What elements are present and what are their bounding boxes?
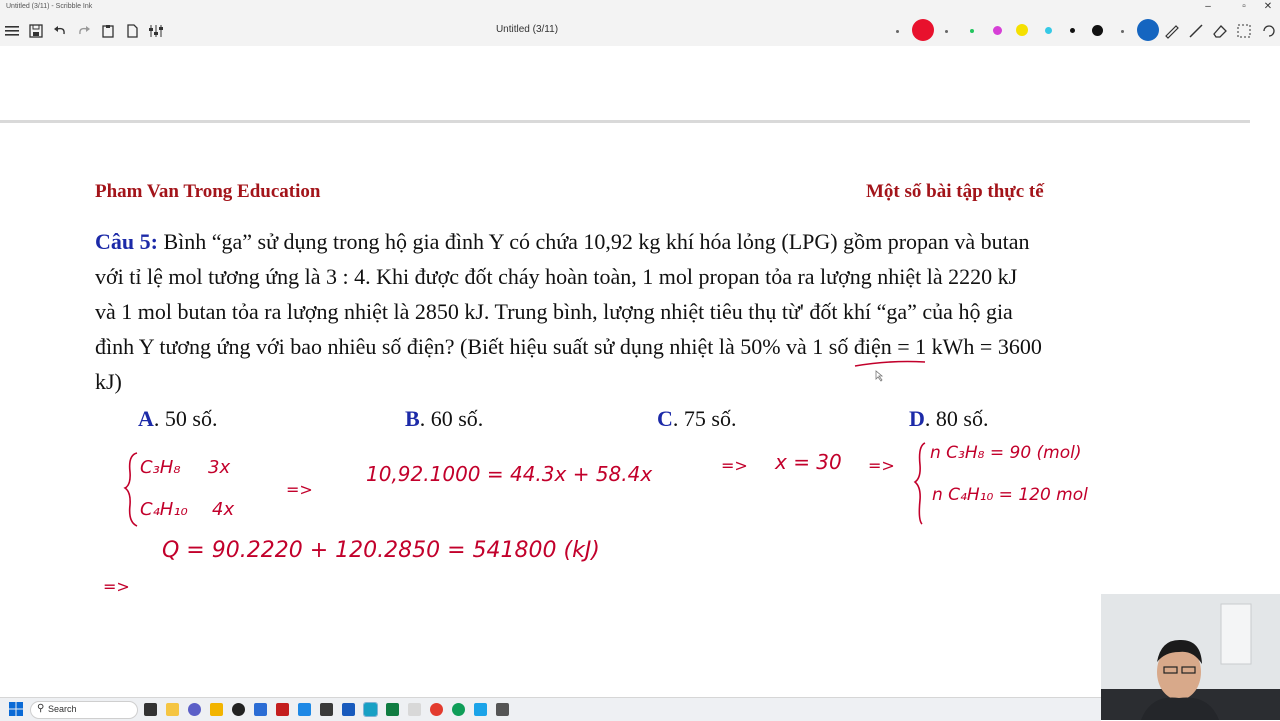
ink-arrow-3: => — [868, 456, 895, 475]
question-line-2: với tỉ lệ mol tương ứng là 3 : 4. Khi đư… — [95, 264, 1018, 289]
taskbar: ⚲ Search — [0, 697, 1101, 721]
webcam-overlay — [1101, 594, 1280, 720]
eraser-icon[interactable] — [1208, 19, 1232, 43]
ruler-icon[interactable] — [1160, 19, 1184, 43]
task-view-icon[interactable] — [144, 703, 157, 716]
green-pen-icon[interactable] — [970, 29, 974, 33]
ink-c4h10: C₄H₁₀ — [140, 499, 188, 520]
scribble-ink-icon[interactable] — [363, 702, 378, 717]
presenter-image — [1101, 594, 1280, 720]
option-a[interactable]: A. 50 số. — [138, 406, 217, 432]
maximize-icon[interactable]: ▫ — [1232, 1, 1256, 12]
question-label: Câu 5: — [95, 229, 158, 254]
file-explorer-icon[interactable] — [210, 703, 223, 716]
obs-icon[interactable] — [232, 703, 245, 716]
ink-arrow-4: => — [103, 577, 130, 596]
close-icon[interactable]: ✕ — [1256, 1, 1280, 12]
header-left: Pham Van Trong Education — [95, 181, 321, 202]
option-text: . 50 số. — [153, 406, 218, 431]
save-icon[interactable] — [24, 19, 48, 43]
word-icon[interactable] — [342, 703, 355, 716]
chat-icon[interactable] — [188, 703, 201, 716]
menu-icon[interactable] — [0, 19, 24, 43]
ink-mass-equation: 10,92.1000 = 44.3x + 58.4x — [366, 462, 653, 486]
page-divider — [0, 120, 1250, 123]
ink-c3h8-value: 3x — [208, 457, 231, 478]
select-icon[interactable] — [1232, 19, 1256, 43]
excel-icon[interactable] — [386, 703, 399, 716]
toolbar: Untitled (3/11) — [0, 16, 1280, 46]
window-title: Untitled (3/11) - Scribble Ink — [6, 3, 93, 10]
zalo-icon[interactable] — [474, 703, 487, 716]
option-text: . 60 số. — [419, 406, 484, 431]
undo-icon[interactable] — [48, 19, 72, 43]
mail-icon[interactable] — [320, 703, 333, 716]
option-letter: B — [405, 406, 420, 431]
option-text: . 75 số. — [672, 406, 737, 431]
ink-arrow-2: => — [721, 456, 748, 475]
page-icon[interactable] — [120, 19, 144, 43]
snipping-tool-icon[interactable] — [496, 703, 509, 716]
pen-icon[interactable] — [1184, 19, 1208, 43]
header-right: Một số bài tập thực tế — [866, 181, 1044, 202]
ink-q-calculation: Q = 90.2220 + 120.2850 = 541800 (kJ) — [162, 538, 600, 563]
redo-icon[interactable] — [72, 19, 96, 43]
question-line-1: Câu 5: Bình “ga” sử dụng trong hộ gia đì… — [95, 229, 1029, 255]
search-placeholder: Search — [48, 704, 77, 714]
chrome-icon[interactable] — [430, 703, 443, 716]
pen-size-dot[interactable] — [896, 30, 899, 33]
ink-n-c3h8: n C₃H₈ = 90 (mol) — [930, 443, 1082, 463]
paint-icon[interactable] — [408, 703, 421, 716]
ink-n-c4h10: n C₄H₁₀ = 120 mol — [932, 485, 1088, 505]
title-bar: Untitled (3/11) - Scribble Ink – ▫ ✕ — [0, 0, 1280, 16]
option-c[interactable]: C. 75 số. — [657, 406, 736, 432]
question-line-3: và 1 mol butan tỏa ra lượng nhiệt là 285… — [95, 299, 1013, 324]
black-pen-small-icon[interactable] — [1070, 28, 1075, 33]
option-text: . 80 số. — [924, 406, 989, 431]
word-app-icon[interactable] — [298, 703, 311, 716]
undo-circle-icon[interactable] — [1256, 19, 1280, 43]
cyan-pen-icon[interactable] — [1045, 27, 1052, 34]
windows-start-icon[interactable] — [9, 702, 23, 716]
magenta-pen-icon[interactable] — [993, 26, 1002, 35]
pen-size-dot[interactable] — [945, 30, 948, 33]
pen-size-dot[interactable] — [1121, 30, 1124, 33]
ink-arrow-1: => — [286, 480, 313, 499]
weather-icon[interactable] — [166, 703, 179, 716]
red-pen-icon[interactable] — [912, 19, 934, 41]
ink-x-result: x = 30 — [775, 450, 842, 474]
question-text: Bình “ga” sử dụng trong hộ gia đình Y có… — [157, 229, 1030, 254]
taskbar-search[interactable]: ⚲ Search — [30, 701, 138, 719]
question-line-5: kJ) — [95, 369, 122, 394]
ink-c4h10-value: 4x — [212, 499, 235, 520]
minimize-icon[interactable]: – — [1196, 1, 1220, 12]
app-icon[interactable] — [254, 703, 267, 716]
option-letter: D — [909, 406, 925, 431]
search-icon: ⚲ — [37, 703, 45, 714]
underline-ink — [854, 360, 926, 367]
option-b[interactable]: B. 60 số. — [405, 406, 483, 432]
clipboard-icon[interactable] — [96, 19, 120, 43]
document-title: Untitled (3/11) — [495, 24, 559, 35]
option-letter: C — [657, 406, 673, 431]
black-pen-large-icon[interactable] — [1092, 25, 1103, 36]
brace-right-ink — [913, 442, 926, 525]
settings-icon[interactable] — [144, 19, 168, 43]
yellow-pen-icon[interactable] — [1016, 24, 1028, 36]
pdf-reader-icon[interactable] — [276, 703, 289, 716]
brace-left-ink — [123, 452, 138, 527]
option-letter: A — [138, 406, 154, 431]
option-d[interactable]: D. 80 số. — [909, 406, 988, 432]
lasso-icon[interactable] — [1137, 19, 1159, 41]
edge-icon[interactable] — [452, 703, 465, 716]
cursor-icon — [875, 370, 884, 382]
ink-c3h8: C₃H₈ — [140, 457, 181, 478]
